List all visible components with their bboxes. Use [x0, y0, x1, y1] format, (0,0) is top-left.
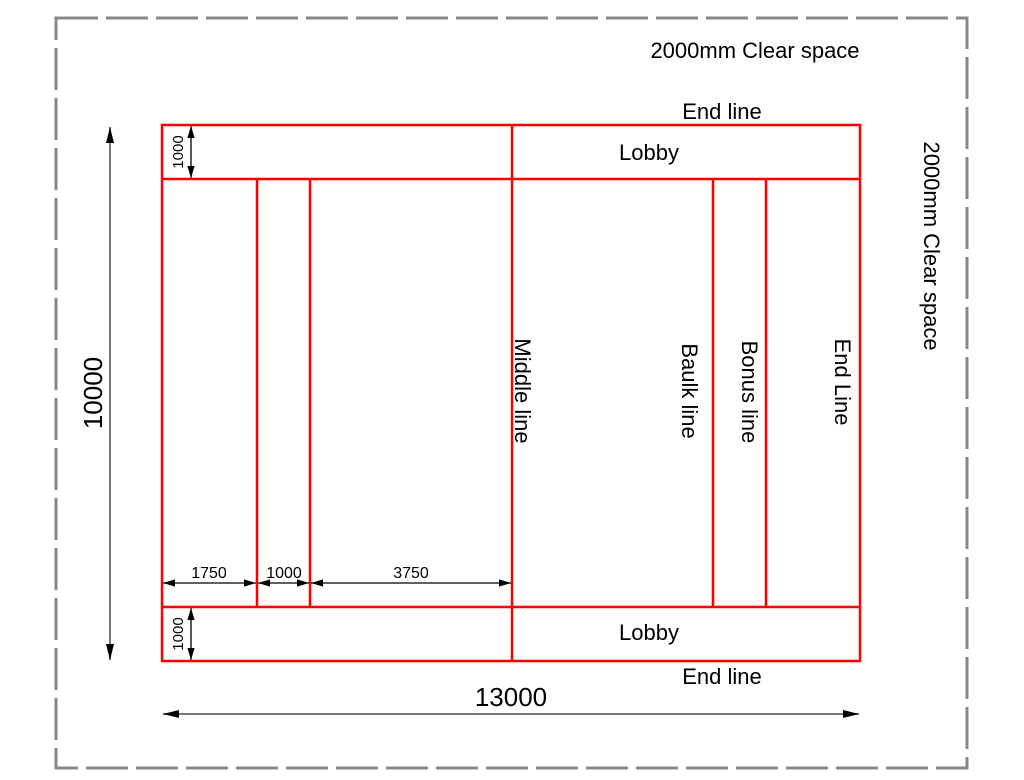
top-end-line-label: End line: [682, 99, 762, 124]
baulk-line-label: Baulk line: [677, 343, 702, 438]
bottom-lobby-depth-label: 1000: [170, 617, 187, 650]
bottom-end-line-label: End line: [682, 664, 762, 689]
bonus-line-label: Bonus line: [737, 341, 762, 444]
overall-height-label: 10000: [78, 357, 108, 429]
bottom-lobby-label: Lobby: [619, 620, 679, 645]
end-line-vertical-label: End Line: [830, 339, 855, 426]
overall-width-label: 13000: [475, 682, 547, 712]
top-lobby-depth-label: 1000: [170, 135, 187, 168]
end-to-bonus-label: 1750: [191, 565, 227, 582]
middle-line-label: Middle line: [510, 338, 535, 443]
top-clear-space-label: 2000mm Clear space: [650, 38, 859, 63]
right-clear-space-label: 2000mm Clear space: [919, 141, 944, 350]
bonus-to-baulk-label: 1000: [266, 565, 302, 582]
top-lobby-label: Lobby: [619, 140, 679, 165]
baulk-to-middle-label: 3750: [393, 565, 429, 582]
court-diagram: 10000 13000 1000 1000 1750 1000 3750 200…: [54, 16, 969, 770]
